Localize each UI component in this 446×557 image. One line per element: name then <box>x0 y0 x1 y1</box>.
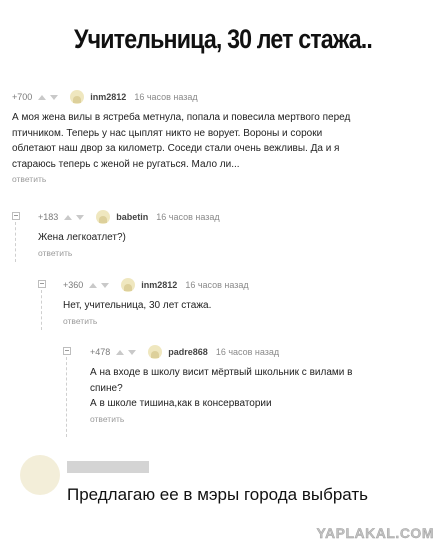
comment-text: Нет, учительница, 30 лет стажа. <box>63 300 212 311</box>
collapse-toggle-icon[interactable] <box>38 280 46 288</box>
comment-text: А моя жена вилы в ястреба метнула, попал… <box>12 112 351 170</box>
avatar <box>20 455 60 495</box>
avatar[interactable] <box>96 210 111 224</box>
comment-4: +478 padre868 16 часов назад А на входе … <box>90 345 435 424</box>
vote-down-icon[interactable] <box>76 214 85 220</box>
bottom-comment-text: Предлагаю ее в мэры города выбрать <box>67 485 369 504</box>
vote-down-icon[interactable] <box>128 349 137 355</box>
comment-meta: +360 inm2812 16 часов назад <box>63 278 433 292</box>
comment-rating: +478 <box>90 347 111 357</box>
vote-up-icon[interactable] <box>38 94 47 100</box>
comment-1: +700 inm2812 16 часов назад А моя жена в… <box>12 90 432 184</box>
collapse-toggle-icon[interactable] <box>12 212 20 220</box>
vote-up-icon[interactable] <box>116 349 125 355</box>
comment-rating: +360 <box>63 280 84 290</box>
comment-text: А на входе в школу висит мёртвый школьни… <box>90 367 353 409</box>
comment-meta: +700 inm2812 16 часов назад <box>12 90 432 104</box>
comment-author[interactable]: inm2812 <box>90 92 126 102</box>
vote-up-icon[interactable] <box>89 282 98 288</box>
comment-meta: +183 babetin 16 часов назад <box>38 210 428 224</box>
thread-line <box>66 357 67 437</box>
post-title: Учительница, 30 лет стажа.. <box>74 24 373 54</box>
comment-rating: +700 <box>12 92 33 102</box>
reply-link[interactable]: ответить <box>38 248 428 258</box>
comment-time: 16 часов назад <box>156 212 220 222</box>
avatar[interactable] <box>70 90 85 104</box>
vote-down-icon[interactable] <box>50 94 59 100</box>
comment-author[interactable]: inm2812 <box>141 280 177 290</box>
thread-line <box>41 290 42 330</box>
comment-text: Жена легкоатлет?) <box>38 232 126 243</box>
reply-link[interactable]: ответить <box>12 174 432 184</box>
comment-time: 16 часов назад <box>134 92 198 102</box>
thread-line <box>15 222 16 262</box>
comment-meta: +478 padre868 16 часов назад <box>90 345 435 359</box>
vote-down-icon[interactable] <box>101 282 110 288</box>
collapse-toggle-icon[interactable] <box>63 347 71 355</box>
watermark: YAPLAKAL.COM <box>316 525 434 541</box>
avatar[interactable] <box>148 345 163 359</box>
vote-up-icon[interactable] <box>64 214 73 220</box>
comment-3: +360 inm2812 16 часов назад Нет, учитель… <box>63 278 433 326</box>
comment-author[interactable]: padre868 <box>168 347 208 357</box>
comment-time: 16 часов назад <box>185 280 249 290</box>
avatar[interactable] <box>121 278 136 292</box>
reply-link[interactable]: ответить <box>63 316 433 326</box>
comment-author[interactable]: babetin <box>116 212 148 222</box>
comment-2: +183 babetin 16 часов назад Жена легкоат… <box>38 210 428 258</box>
reply-link[interactable]: ответить <box>90 414 435 424</box>
comment-time: 16 часов назад <box>215 347 280 357</box>
redacted-username <box>67 461 149 473</box>
comment-rating: +183 <box>38 212 59 222</box>
